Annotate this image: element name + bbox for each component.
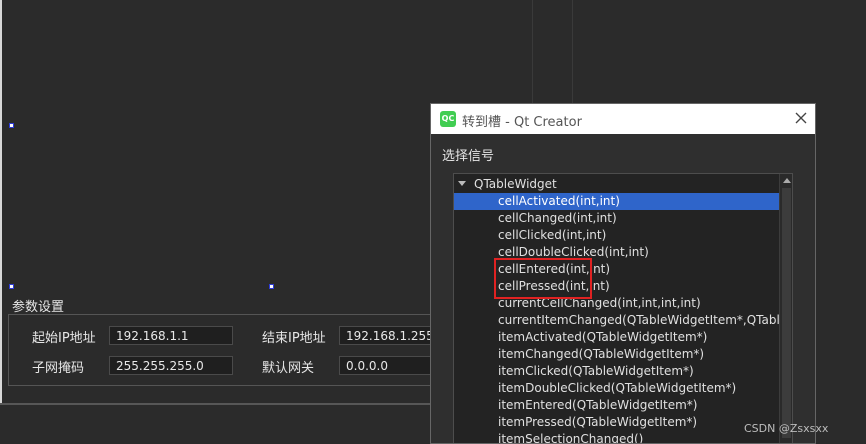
signal-item[interactable]: cellClicked(int,int): [454, 227, 779, 244]
resize-handle[interactable]: [269, 284, 274, 289]
dialog-title: 转到槽 - Qt Creator: [462, 115, 582, 130]
resize-handle[interactable]: [9, 123, 14, 128]
end-ip-label: 结束IP地址: [262, 331, 326, 346]
signal-item[interactable]: itemEntered(QTableWidgetItem*): [454, 397, 779, 414]
scrollbar-thumb[interactable]: [782, 188, 791, 438]
signal-item[interactable]: itemActivated(QTableWidgetItem*): [454, 329, 779, 346]
close-button[interactable]: [791, 108, 811, 128]
signal-item[interactable]: itemPressed(QTableWidgetItem*): [454, 414, 779, 431]
tree-root-item[interactable]: QTableWidget: [458, 176, 557, 193]
highlight-annotation-box: [494, 258, 592, 299]
signal-item[interactable]: itemClicked(QTableWidgetItem*): [454, 363, 779, 380]
form-left-edge: [0, 0, 2, 404]
close-icon: [795, 112, 807, 124]
start-ip-field[interactable]: 192.168.1.1: [109, 326, 233, 345]
watermark: CSDN @Zsxsxx: [744, 422, 829, 435]
form-bottom-edge: [0, 403, 432, 405]
resize-handle[interactable]: [9, 284, 14, 289]
signal-item[interactable]: currentItemChanged(QTableWidgetItem*,QTa…: [454, 312, 779, 329]
go-to-slot-dialog: QC 转到槽 - Qt Creator 选择信号 QTableWidget ce…: [430, 103, 816, 444]
subnet-mask-field[interactable]: 255.255.255.0: [109, 356, 233, 375]
end-ip-field[interactable]: 192.168.1.255: [339, 326, 432, 345]
splitter-line: [572, 0, 573, 104]
vertical-scrollbar[interactable]: [779, 174, 792, 443]
scroll-up-arrow-icon[interactable]: [783, 178, 791, 183]
select-signal-label: 选择信号: [442, 149, 495, 164]
dialog-titlebar[interactable]: QC 转到槽 - Qt Creator: [431, 104, 815, 134]
group-box-title: 参数设置: [12, 300, 65, 315]
expand-arrow-icon[interactable]: [458, 181, 466, 186]
signal-item[interactable]: cellActivated(int,int): [454, 193, 779, 210]
signal-item[interactable]: itemSelectionChanged(): [454, 431, 779, 443]
splitter-line: [532, 0, 533, 104]
tree-root-label: QTableWidget: [474, 177, 557, 191]
signal-list: cellActivated(int,int) cellChanged(int,in…: [454, 193, 779, 443]
qt-creator-icon: QC: [440, 111, 456, 127]
signal-tree[interactable]: QTableWidget cellActivated(int,int) cellC…: [453, 173, 793, 443]
start-ip-label: 起始IP地址: [32, 331, 96, 346]
gateway-label: 默认网关: [262, 361, 315, 376]
signal-item[interactable]: itemDoubleClicked(QTableWidgetItem*): [454, 380, 779, 397]
gateway-field[interactable]: 0.0.0.0: [339, 356, 432, 375]
signal-item[interactable]: cellChanged(int,int): [454, 210, 779, 227]
signal-item[interactable]: itemChanged(QTableWidgetItem*): [454, 346, 779, 363]
subnet-mask-label: 子网掩码: [32, 361, 85, 376]
